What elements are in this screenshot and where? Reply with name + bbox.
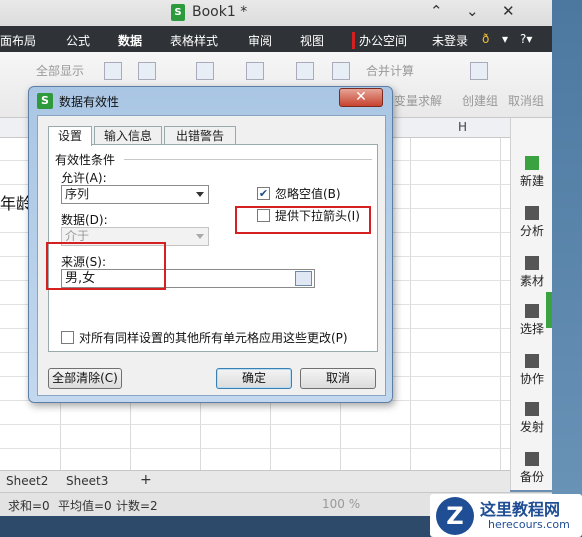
- skin-icon[interactable]: ð: [482, 32, 489, 46]
- menu-item-formula[interactable]: 公式: [66, 32, 90, 49]
- title-bar: S Book1 * ⌃ ⌄ ✕: [0, 0, 552, 26]
- status-avg: 平均值=0: [58, 499, 112, 513]
- close-window-icon[interactable]: ✕: [502, 2, 515, 20]
- goal-seek-button[interactable]: 变量求解: [394, 92, 442, 109]
- ungroup-button[interactable]: 取消组: [508, 92, 544, 109]
- fill-icon[interactable]: [296, 62, 314, 80]
- desktop-strip: [552, 0, 582, 537]
- highlight-icon[interactable]: [196, 62, 214, 80]
- logo-name-en: herecours.com: [488, 518, 570, 531]
- dialog-close-button[interactable]: ✕: [339, 88, 383, 107]
- menu-item-layout[interactable]: 面布局: [0, 32, 36, 49]
- dialog-title: 数据有效性: [59, 95, 120, 109]
- backup-icon: [525, 452, 539, 466]
- chevron-down-icon: [196, 192, 204, 197]
- apply-all-label: 对所有同样设置的其他所有单元格应用这些更改(P): [79, 331, 348, 345]
- menu-item-table-style[interactable]: 表格样式: [170, 32, 218, 49]
- menu-item-view[interactable]: 视图: [300, 32, 324, 49]
- dialog-app-icon: S: [37, 93, 53, 109]
- side-collab-button[interactable]: 协作: [511, 354, 553, 387]
- document-icon: S: [171, 4, 185, 21]
- zoom-level[interactable]: 100 %: [322, 497, 360, 511]
- create-group-button[interactable]: 创建组: [462, 92, 498, 109]
- consolidate-button[interactable]: 合并计算: [366, 62, 414, 79]
- minimize-icon[interactable]: ⌃: [430, 2, 443, 20]
- allow-label: 允许(A):: [61, 171, 107, 185]
- menu-item-review[interactable]: 审阅: [248, 32, 272, 49]
- window-title: Book1 *: [192, 4, 248, 20]
- chevron-down-icon: [196, 234, 204, 239]
- sort-desc-icon[interactable]: [138, 62, 156, 80]
- logo-name-cn: 这里教程网: [480, 500, 561, 519]
- ok-button[interactable]: 确定: [216, 368, 292, 389]
- ignore-blank-label: 忽略空值(B): [275, 187, 341, 201]
- show-all-button[interactable]: 全部显示: [36, 62, 84, 79]
- highlight-box-source: [46, 242, 166, 290]
- group-icon[interactable]: [470, 62, 488, 80]
- ignore-blank-checkbox[interactable]: ✔: [257, 187, 270, 200]
- send-icon: [525, 402, 539, 416]
- allow-select[interactable]: 序列: [61, 185, 209, 204]
- side-analyze-button[interactable]: 分析: [511, 206, 553, 239]
- group-divider: [124, 159, 372, 160]
- logo-icon: Z: [436, 497, 474, 535]
- sheet-tab-2[interactable]: Sheet2: [6, 474, 48, 488]
- new-icon: [525, 156, 539, 170]
- group-title: 有效性条件: [55, 153, 116, 167]
- status-sum: 求和=0: [8, 499, 50, 513]
- side-material-button[interactable]: 素材: [511, 256, 553, 289]
- material-icon: [525, 256, 539, 270]
- data-label: 数据(D):: [61, 213, 108, 227]
- highlight-box-dropdown: [235, 206, 371, 234]
- side-send-button[interactable]: 发射: [511, 402, 553, 435]
- help-icon[interactable]: ?▾: [520, 32, 532, 46]
- shirt-icon[interactable]: ▾: [502, 32, 508, 46]
- menu-item-office-space[interactable]: 办公空间: [352, 32, 407, 49]
- tab-input-message[interactable]: 输入信息: [94, 126, 162, 145]
- split-icon[interactable]: [332, 62, 350, 80]
- validation-icon[interactable]: [246, 62, 264, 80]
- menu-item-login[interactable]: 未登录: [432, 32, 468, 49]
- add-sheet-icon[interactable]: +: [140, 472, 152, 488]
- status-count: 计数=2: [116, 499, 158, 513]
- watermark-logo: Z 这里教程网 herecours.com: [430, 494, 582, 537]
- sheet-tab-3[interactable]: Sheet3: [66, 474, 108, 488]
- menu-item-data[interactable]: 数据: [118, 32, 142, 49]
- tab-error-alert[interactable]: 出错警告: [164, 126, 236, 145]
- sheet-tabs: Sheet2 Sheet3 +: [0, 470, 510, 492]
- column-header-h[interactable]: H: [458, 120, 467, 134]
- clear-all-button[interactable]: 全部清除(C): [48, 368, 122, 389]
- sort-asc-icon[interactable]: [104, 62, 122, 80]
- collab-icon: [525, 354, 539, 368]
- apply-all-checkbox[interactable]: [61, 331, 74, 344]
- side-backup-button[interactable]: 备份: [511, 452, 553, 485]
- tab-settings[interactable]: 设置: [48, 126, 92, 146]
- select-icon: [525, 304, 539, 318]
- analyze-icon: [525, 206, 539, 220]
- range-picker-icon[interactable]: [295, 271, 312, 286]
- restore-icon[interactable]: ⌄: [466, 2, 479, 20]
- side-new-button[interactable]: 新建: [511, 156, 553, 189]
- menu-bar: 面布局 公式 数据 表格样式 审阅 视图 办公空间 未登录 ð ▾ ?▾: [0, 26, 552, 52]
- cancel-button[interactable]: 取消: [300, 368, 376, 389]
